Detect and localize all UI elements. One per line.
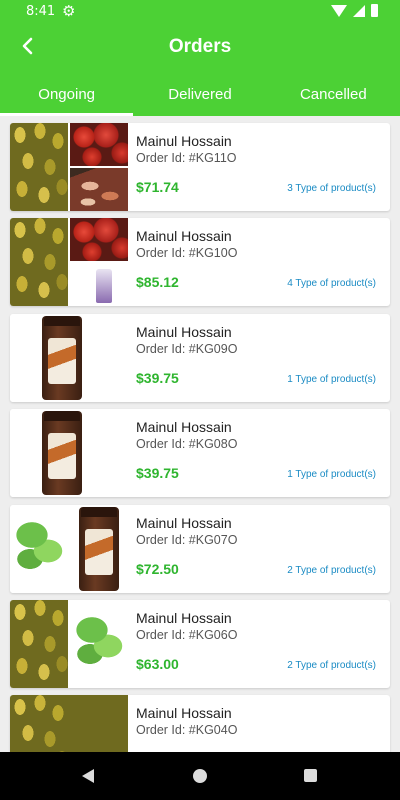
wifi-icon	[331, 4, 347, 17]
mango-image	[10, 600, 68, 688]
system-nav-bar	[0, 752, 400, 800]
battery-icon	[371, 4, 378, 17]
lettuce-image	[10, 505, 68, 593]
tab-ongoing[interactable]: Ongoing	[0, 80, 134, 116]
horlicks-jar-image	[70, 505, 128, 593]
tomato-image	[70, 218, 128, 261]
order-card[interactable]: Mainul Hossain Order Id: #KG07O $72.50 2…	[10, 505, 390, 593]
order-card[interactable]: Mainul Hossain Order Id: #KG11O $71.74 3…	[10, 123, 390, 211]
order-id: Order Id: #KG10O	[136, 246, 238, 260]
tomato-image	[70, 123, 128, 166]
order-card[interactable]: Mainul Hossain Order Id: #KG09O $39.75 1…	[10, 314, 390, 402]
order-id: Order Id: #KG04O	[136, 723, 238, 737]
order-id: Order Id: #KG09O	[136, 342, 238, 356]
page-title: Orders	[168, 36, 232, 57]
nav-back-icon[interactable]	[82, 769, 94, 783]
tab-cancelled[interactable]: Cancelled	[267, 80, 400, 116]
customer-name: Mainul Hossain	[136, 419, 232, 435]
order-card[interactable]: Mainul Hossain Order Id: #KG06O $63.00 2…	[10, 600, 390, 688]
status-icons	[331, 4, 378, 17]
order-card[interactable]: Mainul Hossain Order Id: #KG10O $85.12 4…	[10, 218, 390, 306]
mango-image	[10, 218, 68, 306]
order-price: $71.74	[136, 179, 179, 195]
gear-icon: ⚙	[62, 3, 76, 20]
order-price: $39.75	[136, 465, 179, 481]
order-info: Mainul Hossain Order Id: #KG11O $71.74 3…	[136, 123, 390, 211]
order-tabs: Ongoing Delivered Cancelled	[0, 80, 400, 116]
horlicks-jar-image	[10, 409, 128, 497]
vegetable-image	[70, 168, 128, 211]
order-price: $85.12	[136, 274, 179, 290]
horlicks-jar-image	[10, 314, 128, 402]
mango-image	[10, 123, 68, 211]
product-types-count: 1 Type of product(s)	[287, 374, 376, 385]
nav-home-icon[interactable]	[193, 769, 207, 783]
customer-name: Mainul Hossain	[136, 324, 232, 340]
order-info: Mainul Hossain Order Id: #KG09O $39.75 1…	[136, 314, 390, 402]
order-id: Order Id: #KG06O	[136, 628, 238, 642]
nav-recents-icon[interactable]	[304, 769, 317, 782]
customer-name: Mainul Hossain	[136, 610, 232, 626]
status-bar: 8:41 ⚙	[0, 0, 400, 24]
product-types-count: 4 Type of product(s)	[287, 278, 376, 289]
customer-name: Mainul Hossain	[136, 228, 232, 244]
order-id: Order Id: #KG07O	[136, 533, 238, 547]
product-types-count: 1 Type of product(s)	[287, 469, 376, 480]
order-id: Order Id: #KG08O	[136, 437, 238, 451]
order-info: Mainul Hossain Order Id: #KG07O $72.50 2…	[136, 505, 390, 593]
order-price: $39.75	[136, 370, 179, 386]
order-price: $63.00	[136, 656, 179, 672]
order-info: Mainul Hossain Order Id: #KG08O $39.75 1…	[136, 409, 390, 497]
customer-name: Mainul Hossain	[136, 705, 232, 721]
order-price: $72.50	[136, 561, 179, 577]
status-time: 8:41	[26, 4, 56, 19]
order-info: Mainul Hossain Order Id: #KG10O $85.12 4…	[136, 218, 390, 306]
customer-name: Mainul Hossain	[136, 133, 232, 149]
product-types-count: 2 Type of product(s)	[287, 660, 376, 671]
customer-name: Mainul Hossain	[136, 515, 232, 531]
product-types-count: 2 Type of product(s)	[287, 565, 376, 576]
tab-delivered[interactable]: Delivered	[133, 80, 266, 116]
dove-bottle-image	[70, 263, 128, 306]
app-header: 8:41 ⚙ Orders Ongoing Delivered Cancelle…	[0, 0, 400, 116]
lettuce-image	[70, 600, 128, 688]
signal-icon	[353, 4, 365, 17]
order-info: Mainul Hossain Order Id: #KG06O $63.00 2…	[136, 600, 390, 688]
order-card[interactable]: Mainul Hossain Order Id: #KG08O $39.75 1…	[10, 409, 390, 497]
product-types-count: 3 Type of product(s)	[287, 183, 376, 194]
order-id: Order Id: #KG11O	[136, 151, 237, 165]
